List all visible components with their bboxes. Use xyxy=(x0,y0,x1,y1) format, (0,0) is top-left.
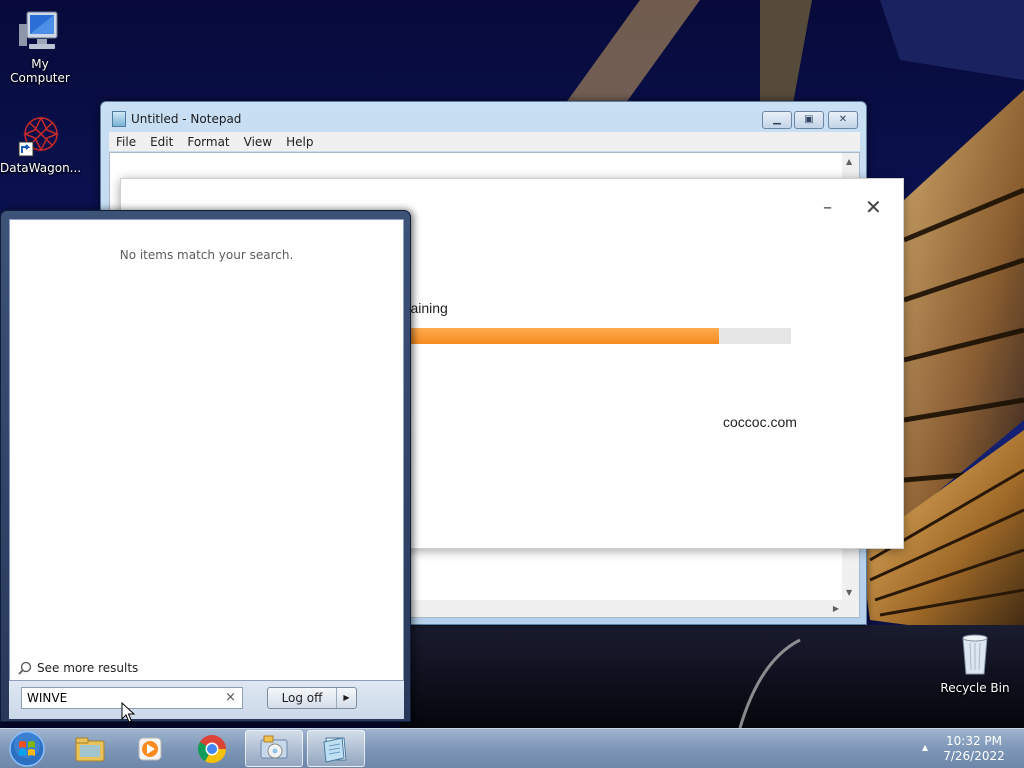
taskbar-explorer-button[interactable] xyxy=(61,730,119,767)
desktop: My Computer DataWagon... Recycle Bin Unt xyxy=(0,0,1024,728)
maximize-button[interactable]: ▣ xyxy=(794,111,824,129)
taskbar-notepad-button[interactable] xyxy=(307,730,365,767)
taskbar-chrome-button[interactable] xyxy=(183,730,241,767)
mouse-pointer-icon xyxy=(121,702,136,723)
menu-file[interactable]: File xyxy=(109,135,143,149)
chrome-icon xyxy=(198,734,226,763)
dialog-minimize-button[interactable]: – xyxy=(823,197,832,218)
media-player-icon xyxy=(138,737,162,760)
desktop-icon-label: My Computer xyxy=(10,57,70,85)
computer-icon xyxy=(19,11,58,49)
window-title: Untitled - Notepad xyxy=(131,112,242,126)
recycle-bin-icon xyxy=(962,634,988,675)
search-input-value: WINVE xyxy=(27,691,68,705)
desktop-icon-label: DataWagon... xyxy=(0,161,82,175)
desktop-icon-my-computer[interactable]: My Computer xyxy=(0,10,80,85)
clear-search-button[interactable]: × xyxy=(225,690,236,705)
minimize-button[interactable]: ▁ xyxy=(762,111,792,129)
scroll-right-icon[interactable]: ▶ xyxy=(833,604,839,613)
scroll-up-icon[interactable]: ▲ xyxy=(846,157,852,166)
site-label: coccoc.com xyxy=(723,414,797,430)
log-off-label: Log off xyxy=(281,691,323,705)
dialog-close-button[interactable]: ✕ xyxy=(865,195,882,219)
notepad-icon xyxy=(323,736,347,763)
menu-edit[interactable]: Edit xyxy=(143,135,180,149)
close-button[interactable]: ✕ xyxy=(828,111,858,129)
minimize-icon: ▁ xyxy=(773,114,781,125)
start-menu: No items match your search. See more res… xyxy=(0,210,411,722)
start-menu-footer: WINVE × Log off ▶ xyxy=(9,681,404,719)
maximize-icon: ▣ xyxy=(804,114,814,125)
windows-logo-icon xyxy=(9,731,45,767)
progress-bar xyxy=(391,328,791,344)
log-off-button[interactable]: Log off ▶ xyxy=(267,687,357,709)
close-icon: ✕ xyxy=(838,114,848,125)
see-more-results-link[interactable]: See more results xyxy=(18,661,138,675)
desktop-icon-label: Recycle Bin xyxy=(940,681,1010,695)
menu-help[interactable]: Help xyxy=(279,135,320,149)
datawagon-icon xyxy=(18,116,60,157)
menu-format[interactable]: Format xyxy=(180,135,236,149)
search-results-panel: No items match your search. See more res… xyxy=(9,219,404,681)
control-panel-icon xyxy=(260,735,288,758)
start-button[interactable] xyxy=(6,730,48,768)
resize-grip[interactable] xyxy=(842,600,859,617)
notepad-icon xyxy=(112,111,126,127)
folder-icon xyxy=(75,737,105,761)
shutdown-options-arrow-icon[interactable]: ▶ xyxy=(336,688,356,708)
menu-bar: File Edit Format View Help xyxy=(109,132,860,151)
clock-date: 7/26/2022 xyxy=(943,749,1005,763)
search-icon xyxy=(18,661,32,675)
system-clock[interactable]: 10:32 PM 7/26/2022 xyxy=(940,734,1008,764)
menu-view[interactable]: View xyxy=(237,135,279,149)
taskbar: ▲ 10:32 PM 7/26/2022 xyxy=(0,728,1024,768)
show-hidden-icons-button[interactable]: ▲ xyxy=(922,743,928,752)
scroll-down-icon[interactable]: ▼ xyxy=(846,588,852,597)
desktop-icon-datawagon[interactable]: DataWagon... xyxy=(0,114,82,175)
progress-fill xyxy=(391,328,719,344)
desktop-icon-recycle-bin[interactable]: Recycle Bin xyxy=(935,630,1015,695)
taskbar-media-player-button[interactable] xyxy=(121,730,179,767)
clock-time: 10:32 PM xyxy=(946,734,1002,748)
taskbar-control-panel-button[interactable] xyxy=(245,730,303,767)
see-more-label: See more results xyxy=(37,661,139,675)
no-results-message: No items match your search. xyxy=(119,248,294,262)
